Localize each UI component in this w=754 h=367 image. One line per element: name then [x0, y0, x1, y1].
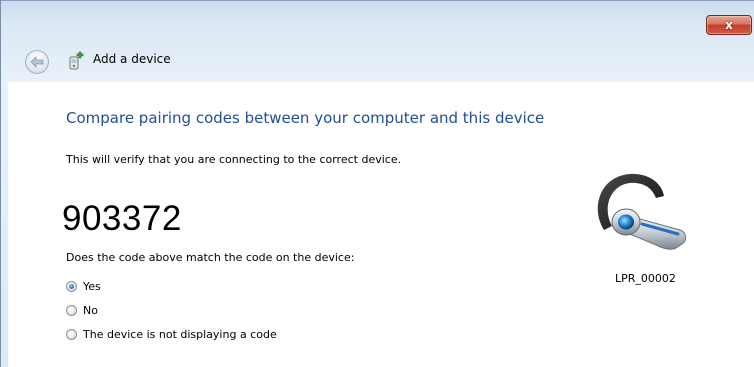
page-heading: Compare pairing codes between your compu… — [66, 109, 545, 127]
option-no-label: No — [83, 303, 98, 317]
pairing-code: 903372 — [62, 199, 182, 238]
close-button[interactable]: x — [706, 15, 752, 35]
radio-no[interactable] — [66, 304, 77, 316]
add-device-icon — [69, 51, 84, 70]
content-area: Compare pairing codes between your compu… — [8, 82, 754, 367]
back-arrow-icon — [30, 56, 44, 68]
radio-no-code[interactable] — [66, 328, 77, 340]
option-yes-label: Yes — [83, 279, 101, 293]
back-button[interactable] — [25, 50, 49, 74]
close-icon: x — [725, 18, 733, 32]
option-yes[interactable]: Yes — [66, 278, 101, 294]
wizard-title: Add a device — [93, 52, 171, 66]
option-no[interactable]: No — [66, 302, 98, 318]
match-question: Does the code above match the code on th… — [66, 251, 355, 264]
device-name: LPR_00002 — [615, 272, 676, 285]
headset-icon — [597, 173, 687, 250]
radio-yes[interactable] — [66, 280, 77, 292]
window-frame-top — [0, 0, 754, 82]
add-device-window: x Add a device Compare pairing codes bet… — [0, 0, 754, 367]
intro-text: This will verify that you are connecting… — [66, 153, 402, 166]
option-no-code[interactable]: The device is not displaying a code — [66, 326, 277, 342]
option-no-code-label: The device is not displaying a code — [83, 327, 277, 341]
